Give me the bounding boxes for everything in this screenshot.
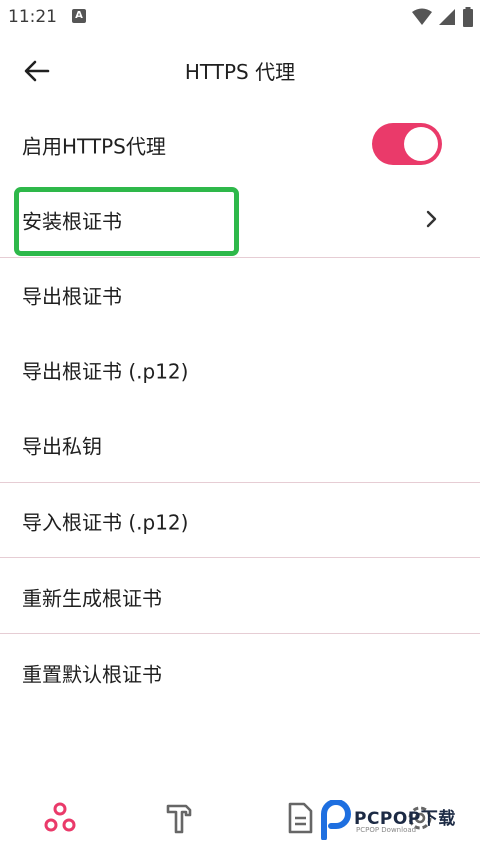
watermark: PCPOP下载 PCPOP Download (320, 798, 470, 844)
notification-icon: A (72, 9, 86, 23)
watermark-logo-icon (321, 800, 351, 840)
divider (0, 557, 480, 558)
document-icon[interactable] (280, 798, 320, 838)
highlight-box (14, 187, 239, 256)
regenerate-root-cert-label: 重新生成根证书 (22, 586, 162, 611)
hammer-icon[interactable] (160, 798, 200, 838)
import-root-cert-p12-label: 导入根证书 (.p12) (22, 510, 189, 535)
divider (0, 257, 480, 258)
export-private-key-label: 导出私钥 (22, 434, 102, 459)
import-root-cert-p12-row[interactable]: 导入根证书 (.p12) (0, 485, 480, 557)
wifi-icon (412, 8, 432, 25)
enable-https-proxy-toggle[interactable] (372, 123, 442, 165)
status-bar: 11:21 A (0, 0, 480, 34)
enable-https-proxy-label: 启用HTTPS代理 (22, 134, 166, 159)
export-private-key-row[interactable]: 导出私钥 (0, 409, 480, 481)
signal-icon (439, 9, 455, 25)
reset-default-root-cert-row[interactable]: 重置默认根证书 (0, 637, 480, 709)
enable-https-proxy-row[interactable]: 启用HTTPS代理 (0, 109, 480, 181)
export-root-cert-p12-row[interactable]: 导出根证书 (.p12) (0, 334, 480, 406)
export-root-cert-label: 导出根证书 (22, 284, 122, 309)
divider (0, 482, 480, 483)
chevron-right-icon (426, 210, 437, 228)
export-root-cert-row[interactable]: 导出根证书 (0, 259, 480, 331)
status-icons (412, 6, 474, 28)
status-time: 11:21 (8, 7, 57, 27)
export-root-cert-p12-label: 导出根证书 (.p12) (22, 359, 189, 384)
app-bar: HTTPS 代理 (0, 34, 480, 104)
divider (0, 633, 480, 634)
toggle-knob (404, 127, 438, 161)
watermark-sub: PCPOP Download (356, 826, 417, 834)
battery-icon (463, 7, 473, 27)
reset-default-root-cert-label: 重置默认根证书 (22, 662, 162, 687)
page-title: HTTPS 代理 (184, 60, 296, 84)
nodes-icon[interactable] (40, 798, 80, 838)
regenerate-root-cert-row[interactable]: 重新生成根证书 (0, 561, 480, 633)
